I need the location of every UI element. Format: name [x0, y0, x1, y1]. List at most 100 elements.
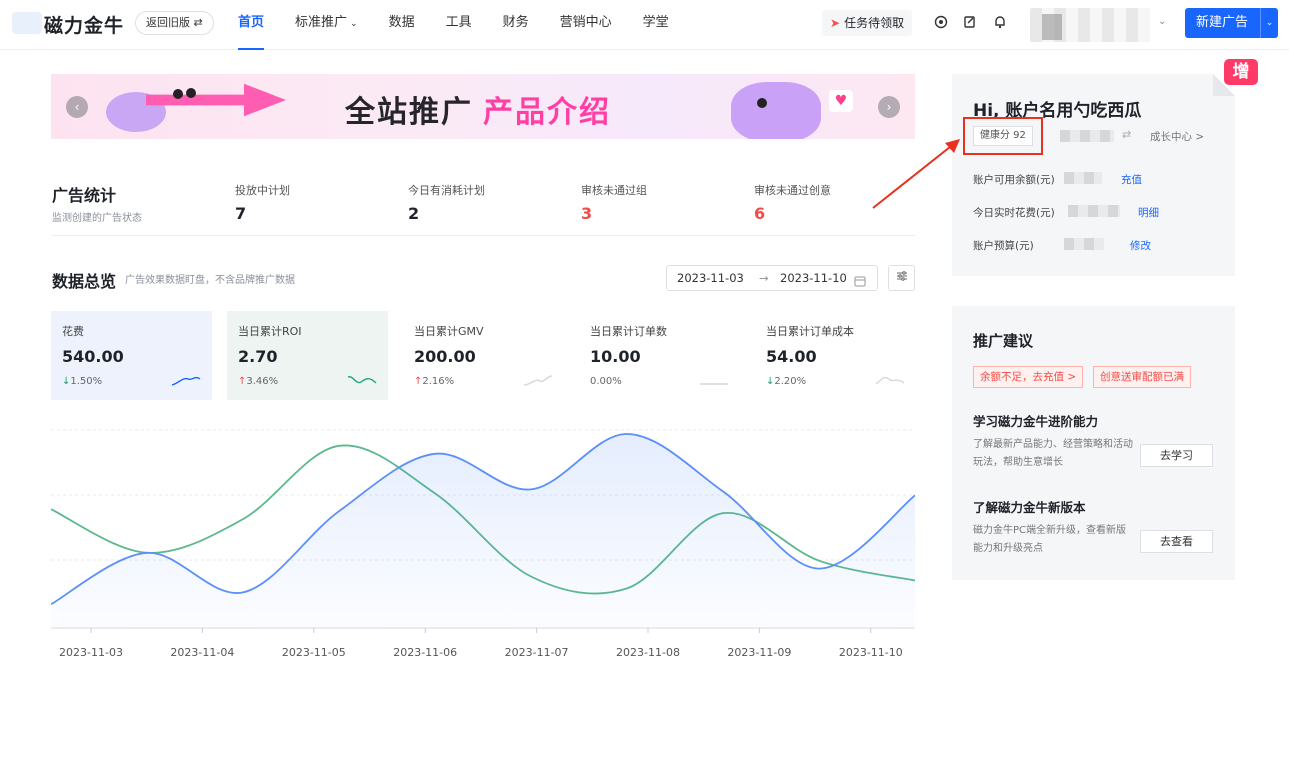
- metric-value: 10.00: [590, 347, 641, 366]
- edit-note-icon[interactable]: [962, 15, 978, 31]
- banner-eye-icon: [757, 98, 767, 108]
- highlight-box-annotation: [963, 117, 1043, 155]
- nav-item-label: 营销中心: [559, 15, 612, 30]
- brand-name[interactable]: 磁力金牛: [44, 11, 124, 38]
- growth-center-link[interactable]: 成长中心 >: [1150, 129, 1204, 144]
- suggestion-desc: 了解最新产品能力、经营策略和活动玩法，帮助生意增长: [973, 439, 1133, 468]
- chevron-down-icon[interactable]: ⌄: [1158, 16, 1166, 27]
- promo-banner[interactable]: 全站推广 产品介绍 ♥ ‹ ›: [51, 74, 915, 139]
- trend-chart-svg: 2023-11-03 2023-11-04 2023-11-05 2023-11-06…: [50, 429, 916, 659]
- ad-stats-subtitle: 监测创建的广告状态: [52, 213, 142, 224]
- nav-item-finance[interactable]: 财务: [503, 0, 529, 50]
- x-axis-tick-label: 2023-11-03: [59, 646, 123, 659]
- red-arrow-annotation: [872, 139, 960, 209]
- suggestions-card: 推广建议 余额不足，去充值 > 创意送审配额已满 学习磁力金牛进阶能力 了解最新…: [952, 306, 1235, 580]
- coin-icon[interactable]: [933, 15, 949, 31]
- nav-item-label: 工具: [445, 15, 472, 30]
- spend-detail-link[interactable]: 明细: [1138, 205, 1159, 220]
- metric-label: 当日累计订单数: [590, 325, 667, 338]
- stat-plans-consumed-today[interactable]: 今日有消耗计划 2: [408, 182, 485, 223]
- metric-change-value: 0.00%: [590, 376, 622, 387]
- banner-eye-icon: [186, 88, 196, 98]
- swap-icon[interactable]: ⇄: [1122, 128, 1131, 141]
- chevron-down-icon[interactable]: ⌄: [1260, 8, 1278, 38]
- return-old-version-button[interactable]: 返回旧版 ⇄: [135, 11, 214, 35]
- metric-card[interactable]: 当日累计ROI 2.70 ↑3.46%: [227, 311, 388, 400]
- filter-settings-button[interactable]: [888, 265, 915, 291]
- banner-prev-button[interactable]: ‹: [66, 96, 88, 118]
- metric-card[interactable]: 当日累计GMV 200.00 ↑2.16%: [403, 311, 564, 400]
- date-end: 2023-11-10: [780, 271, 847, 285]
- divider: [51, 235, 915, 236]
- task-pending-button[interactable]: ➤ 任务待领取: [822, 10, 913, 36]
- nav-item-tools[interactable]: 工具: [446, 0, 472, 50]
- banner-title-main: 全站推广: [345, 95, 473, 130]
- sliders-icon: [896, 271, 907, 281]
- overview-subtitle: 广告效果数据盯盘，不含品牌推广数据: [125, 275, 295, 286]
- nav-item-label: 数据: [388, 15, 415, 30]
- metric-card[interactable]: 花费 540.00 ↓1.50%: [51, 311, 212, 400]
- today-spend-label: 今日实时花费(元): [973, 207, 1055, 219]
- banner-title: 全站推广 产品介绍: [345, 87, 611, 131]
- learn-button[interactable]: 去学习: [1140, 444, 1213, 467]
- nav-item-marketing-center[interactable]: 营销中心: [560, 0, 612, 50]
- top-navigation-bar: 磁力金牛 返回旧版 ⇄ 首页 标准推广 ⌄ 数据 工具 财务 营销中心 学堂 ➤ 任…: [0, 0, 1289, 50]
- corner-add-badge[interactable]: 增: [1224, 59, 1258, 85]
- budget-edit-link[interactable]: 修改: [1130, 238, 1151, 253]
- budget-value-redacted: [1064, 238, 1104, 250]
- metric-card[interactable]: 当日累计订单数 10.00 0.00%: [579, 311, 740, 400]
- new-ad-button[interactable]: 新建广告 ⌄: [1185, 8, 1278, 38]
- stat-creatives-rejected[interactable]: 审核未通过创意 6: [754, 182, 831, 223]
- metric-change-value: 2.16%: [422, 376, 455, 387]
- banner-eye-icon: [173, 89, 183, 99]
- heart-icon: ♥: [829, 90, 853, 112]
- sparkline: [171, 376, 201, 386]
- date-range-picker[interactable]: 2023-11-03 → 2023-11-10: [666, 265, 878, 291]
- stat-value: 2: [408, 204, 420, 223]
- x-axis-tick-label: 2023-11-08: [616, 646, 680, 659]
- nav-item-data[interactable]: 数据: [389, 0, 415, 50]
- stat-value: 7: [235, 204, 247, 223]
- main-nav: 首页 标准推广 ⌄ 数据 工具 财务 营销中心 学堂: [238, 0, 700, 50]
- chevron-down-icon: ⌄: [350, 19, 358, 29]
- date-start: 2023-11-03: [677, 271, 744, 285]
- metric-value: 200.00: [414, 347, 476, 366]
- metric-label: 当日累计订单成本: [766, 325, 854, 338]
- nav-item-label: 学堂: [642, 15, 669, 30]
- paper-plane-icon: ➤: [830, 16, 841, 30]
- banner-next-button[interactable]: ›: [878, 96, 900, 118]
- trend-line-chart[interactable]: 2023-11-03 2023-11-04 2023-11-05 2023-11-06…: [50, 420, 916, 665]
- overview-title: 数据总览: [52, 272, 117, 291]
- avatar: [1042, 14, 1062, 40]
- metric-card[interactable]: 当日累计订单成本 54.00 ↓2.20%: [755, 311, 916, 400]
- series-area: [51, 433, 915, 628]
- nav-item-home[interactable]: 首页: [238, 0, 265, 50]
- recharge-link[interactable]: 充值: [1121, 172, 1142, 187]
- nav-item-standard-promotion[interactable]: 标准推广 ⌄: [295, 0, 358, 50]
- view-button[interactable]: 去查看: [1140, 530, 1213, 553]
- nav-item-academy[interactable]: 学堂: [643, 0, 669, 50]
- sparkline: [700, 383, 728, 385]
- stat-active-plans[interactable]: 投放中计划 7: [235, 182, 290, 223]
- x-axis-tick-label: 2023-11-10: [839, 646, 903, 659]
- sparkline: [347, 376, 377, 384]
- tag-insufficient-balance[interactable]: 余额不足，去充值 >: [973, 366, 1084, 388]
- bell-icon[interactable]: [992, 15, 1008, 31]
- stat-groups-rejected[interactable]: 审核未通过组 3: [581, 182, 647, 223]
- banner-mascot-illustration: [731, 82, 821, 139]
- calendar-icon: [854, 271, 866, 295]
- arrow-right-icon: →: [759, 271, 769, 285]
- stat-label: 今日有消耗计划: [408, 184, 485, 197]
- account-card: Hi, 账户名用勺吃西瓜 健康分 92 ⇄ 成长中心 > 账户可用余额(元) 充…: [952, 74, 1235, 276]
- metric-value: 54.00: [766, 347, 817, 366]
- nav-item-label: 财务: [502, 15, 529, 30]
- metric-change-value: 3.46%: [246, 376, 279, 387]
- brand-logo-icon: [12, 12, 42, 34]
- stat-label: 投放中计划: [235, 184, 290, 197]
- stat-value: 6: [754, 204, 766, 223]
- suggestion-desc: 磁力金牛PC端全新升级，查看新版能力和升级亮点: [973, 525, 1127, 554]
- metric-value: 2.70: [238, 347, 278, 366]
- banner-arrow-illustration: [146, 83, 286, 117]
- nav-item-label: 首页: [238, 15, 265, 30]
- tag-creative-quota-full[interactable]: 创意送审配额已满: [1093, 366, 1191, 388]
